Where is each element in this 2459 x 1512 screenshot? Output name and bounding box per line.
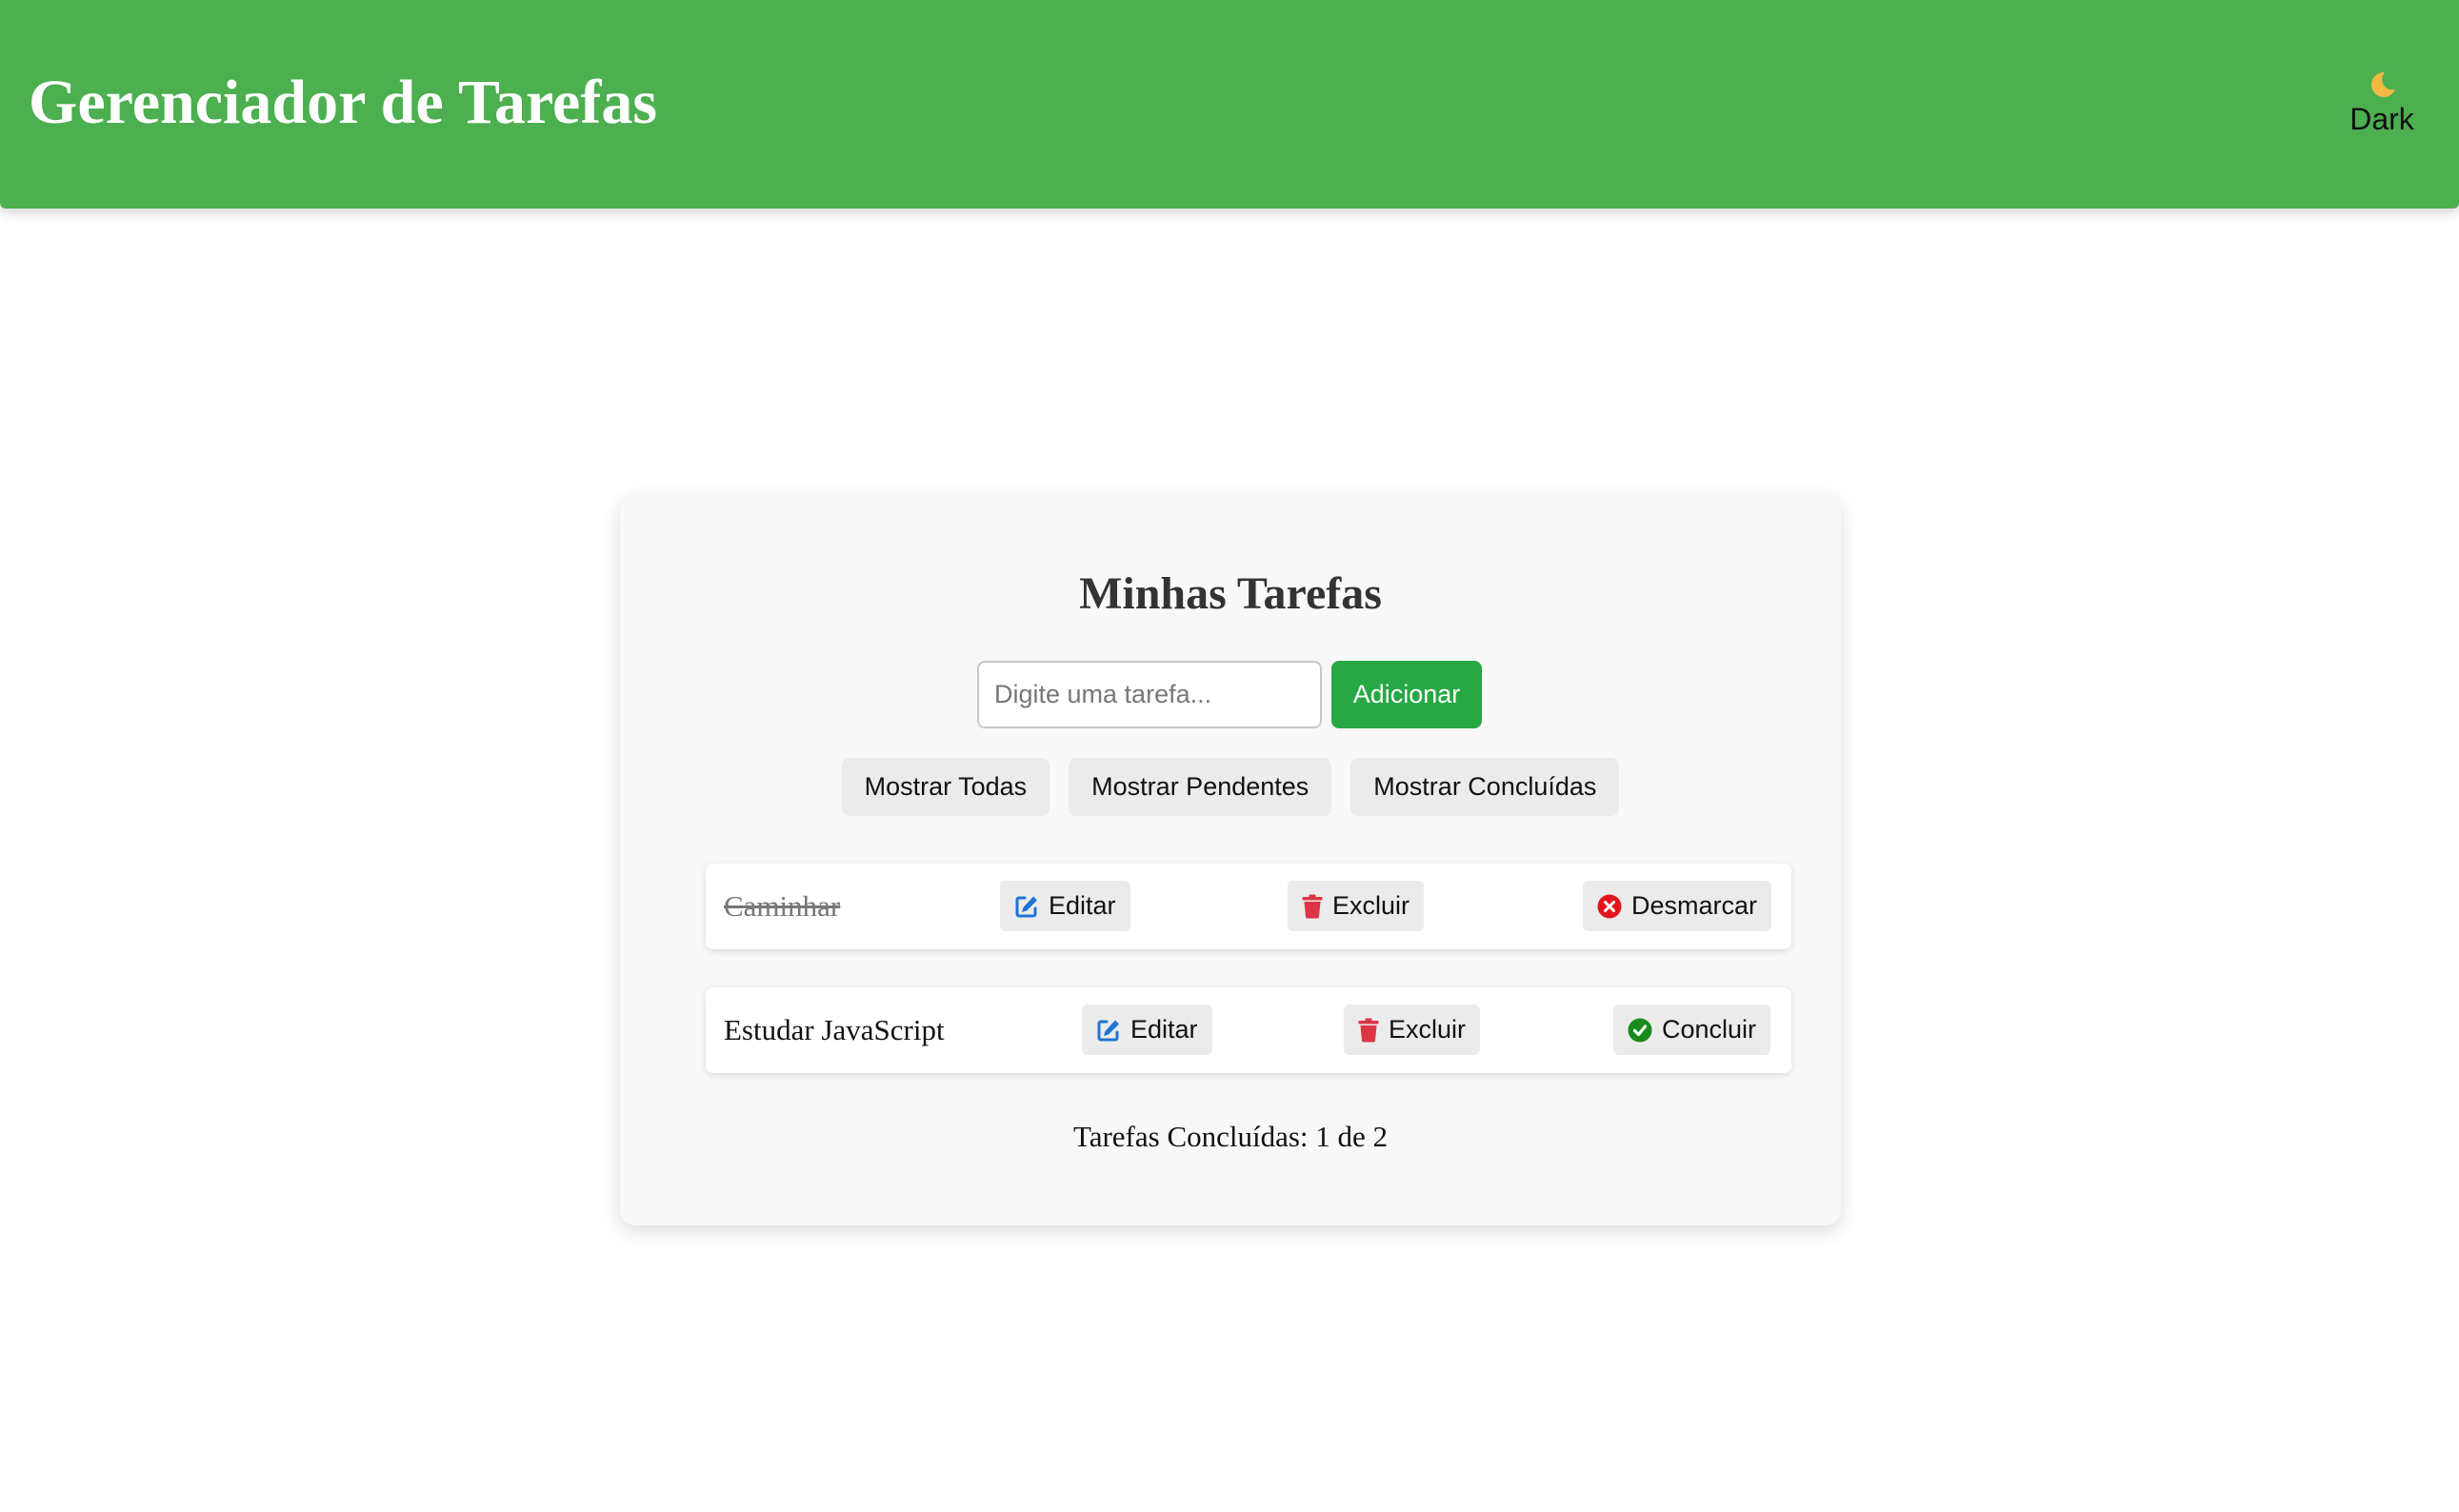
edit-icon (1097, 1020, 1119, 1041)
add-button[interactable]: Adicionar (1331, 661, 1482, 728)
uncheck-button-label: Desmarcar (1631, 891, 1758, 920)
edit-button-label: Editar (1130, 1015, 1198, 1044)
edit-button[interactable]: Editar (1000, 881, 1130, 931)
delete-button-label: Excluir (1389, 1015, 1467, 1044)
complete-button[interactable]: Concluir (1613, 1005, 1771, 1055)
filter-bar: Mostrar Todas Mostrar Pendentes Mostrar … (620, 758, 1841, 816)
uncheck-button[interactable]: Desmarcar (1583, 881, 1772, 931)
edit-button[interactable]: Editar (1082, 1005, 1212, 1055)
add-task-row: Adicionar (977, 661, 1482, 728)
check-circle-icon (1628, 1018, 1652, 1042)
filter-all-button[interactable]: Mostrar Todas (841, 758, 1050, 816)
delete-button-label: Excluir (1332, 891, 1410, 920)
moon-icon (2371, 71, 2395, 97)
card-title: Minhas Tarefas (1079, 568, 1382, 619)
app-header: Gerenciador de Tarefas Dark (0, 0, 2459, 209)
filter-completed-button[interactable]: Mostrar Concluídas (1350, 758, 1620, 816)
theme-toggle-button[interactable]: Dark (2339, 69, 2425, 137)
delete-button[interactable]: Excluir (1344, 1005, 1481, 1055)
task-text[interactable]: Estudar JavaScript (724, 987, 945, 1073)
trash-icon (1358, 1018, 1379, 1043)
filter-pending-button[interactable]: Mostrar Pendentes (1069, 758, 1332, 816)
completed-summary: Tarefas Concluídas: 1 de 2 (1072, 1120, 1389, 1153)
theme-toggle-label: Dark (2349, 102, 2414, 136)
edit-icon (1015, 896, 1037, 917)
edit-button-label: Editar (1049, 891, 1116, 920)
task-input[interactable] (977, 661, 1322, 728)
task-text[interactable]: Caminhar (724, 864, 840, 949)
delete-button[interactable]: Excluir (1288, 881, 1425, 931)
task-item: Estudar JavaScript Editar Excluir Conclu… (706, 987, 1791, 1073)
task-item: Caminhar Editar Excluir Desmarcar (706, 864, 1791, 949)
trash-icon (1302, 894, 1323, 919)
complete-button-label: Concluir (1662, 1015, 1757, 1044)
app-title: Gerenciador de Tarefas (29, 68, 657, 137)
x-circle-icon (1597, 894, 1622, 918)
task-card: Minhas Tarefas Adicionar Mostrar Todas M… (620, 495, 1841, 1225)
